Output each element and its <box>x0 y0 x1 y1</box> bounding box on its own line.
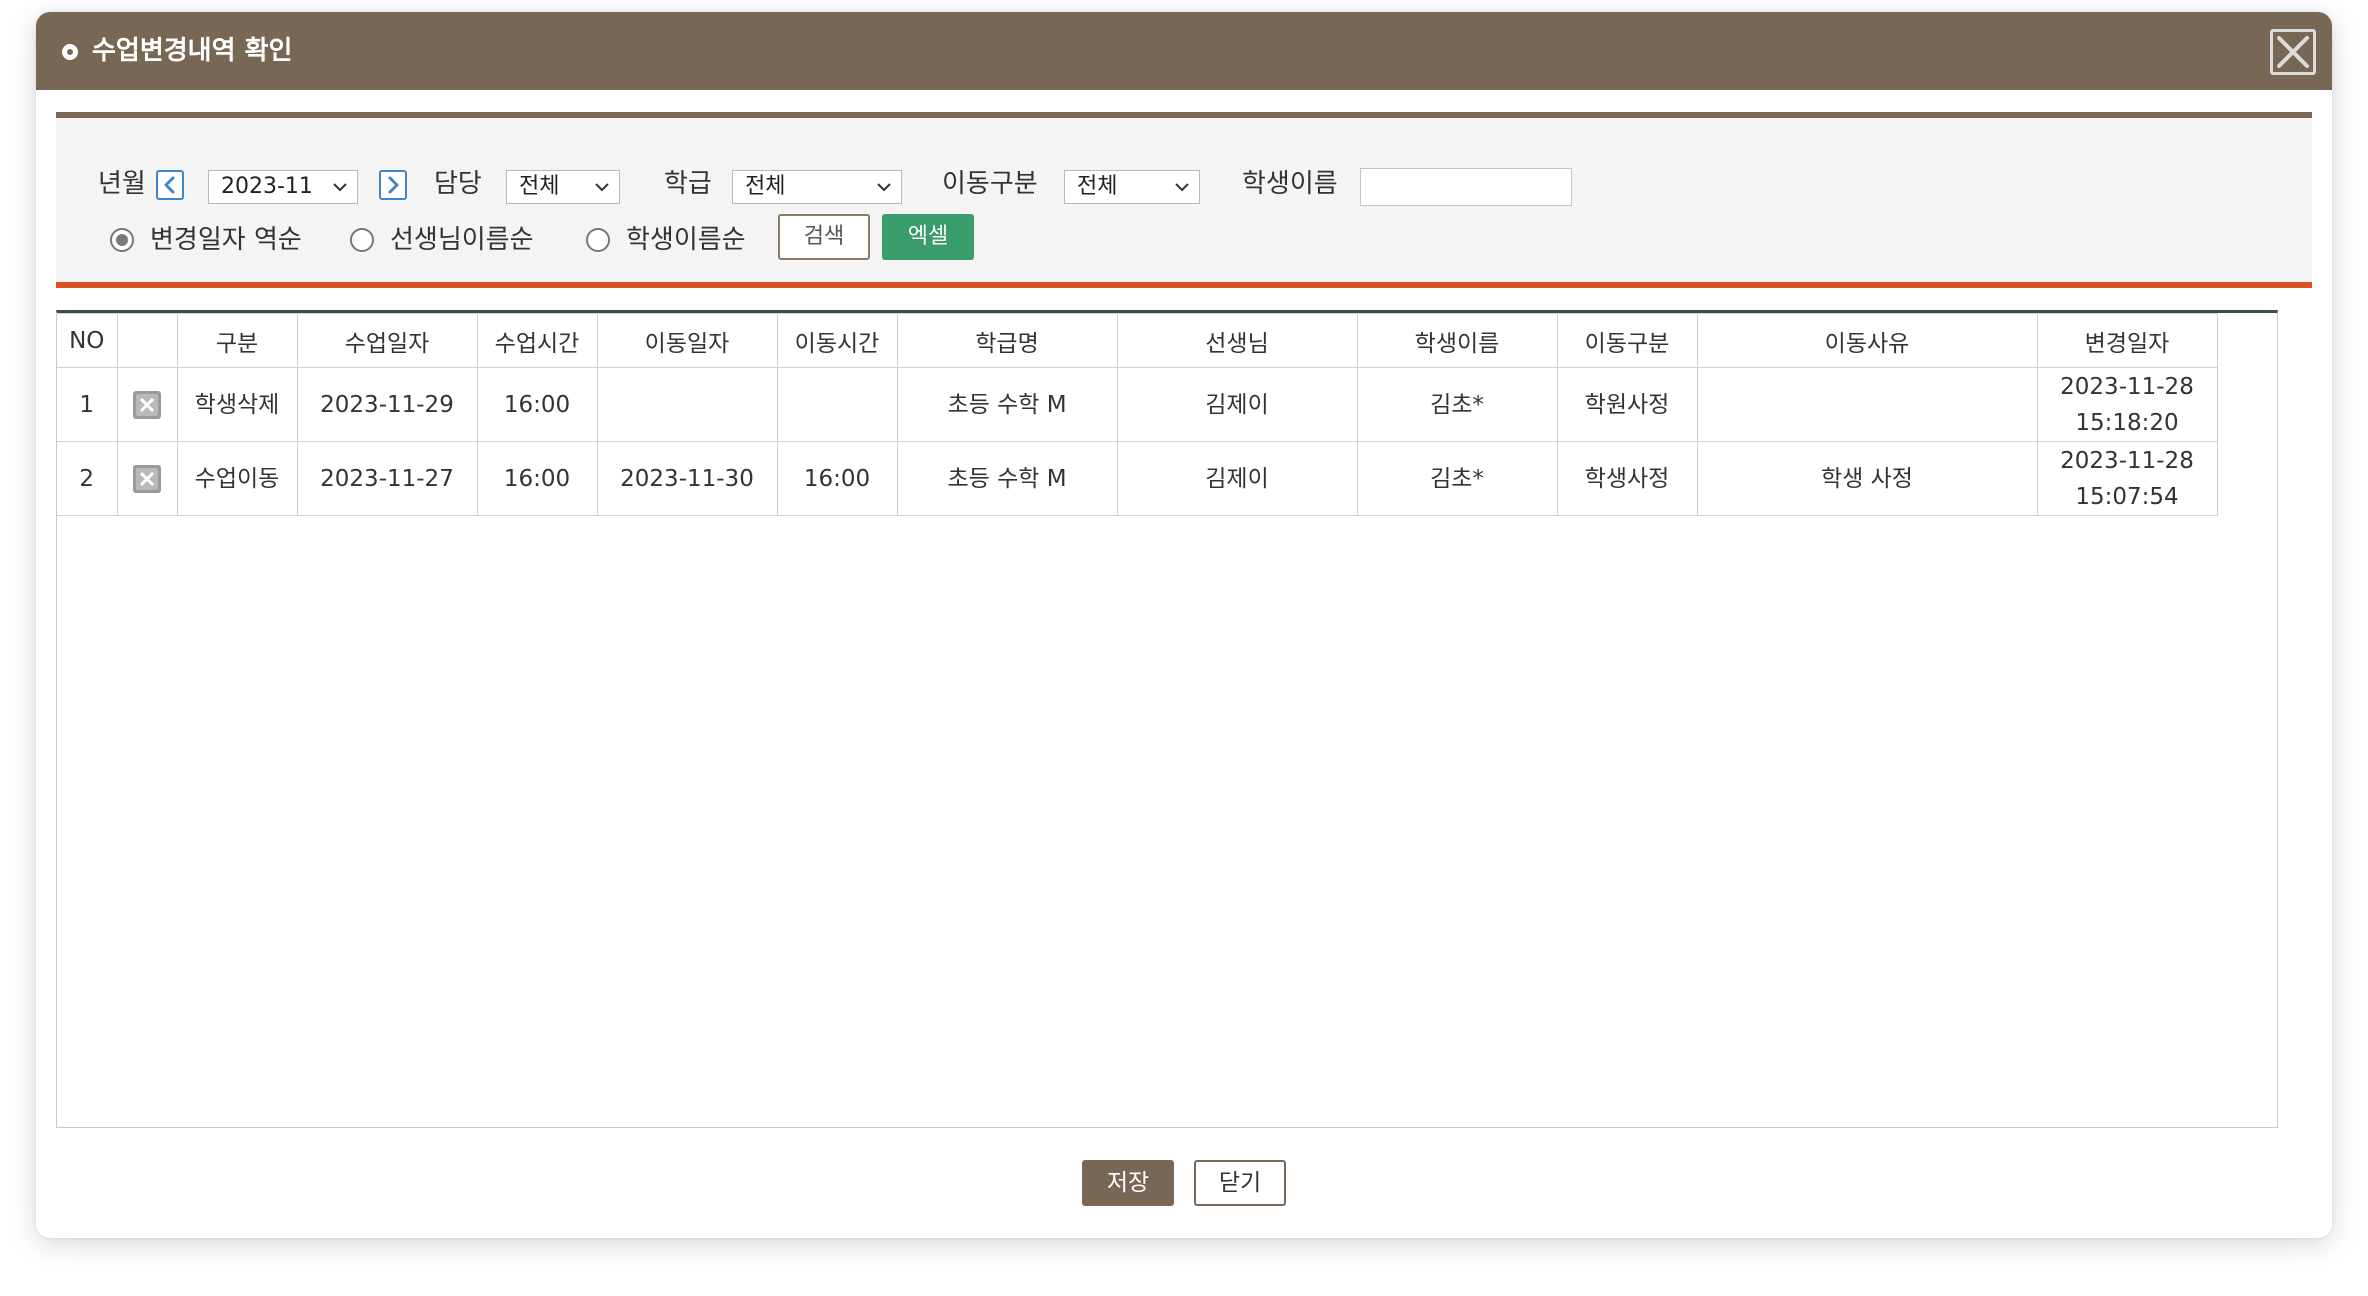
cell-class-name: 초등 수학 M <box>896 367 1118 442</box>
teacher-value: 전체 <box>519 174 560 199</box>
cell-move-reason <box>1696 367 2038 442</box>
cell-class-date: 2023-11-27 <box>296 441 478 516</box>
cell-student: 김초* <box>1356 441 1558 516</box>
column-header-move-time[interactable]: 이동시간 <box>776 313 898 368</box>
cell-move-date <box>596 367 778 442</box>
cell-type: 학생삭제 <box>176 367 298 442</box>
cell-class-time: 16:00 <box>476 441 598 516</box>
delete-row-icon[interactable] <box>132 464 162 494</box>
table-row[interactable]: 2 수업이동 2023-11-27 16:00 2023-11-30 16:00 <box>57 441 2218 516</box>
teacher-label: 담당 <box>434 169 482 199</box>
column-header-move-type[interactable]: 이동구분 <box>1556 313 1698 368</box>
cell-type: 수업이동 <box>176 441 298 516</box>
column-header-student[interactable]: 학생이름 <box>1356 313 1558 368</box>
search-button[interactable]: 검색 <box>778 214 870 260</box>
cell-no: 2 <box>57 441 118 516</box>
change-history-grid: NO 구분 수업일자 수업시간 이동일자 이동시간 학급명 선생님 학생이름 이… <box>56 310 2278 1128</box>
save-button[interactable]: 저장 <box>1082 1160 1174 1206</box>
dialog-titlebar: 수업변경내역 확인 <box>36 12 2332 90</box>
cell-class-time: 16:00 <box>476 367 598 442</box>
chevron-down-icon <box>595 183 609 192</box>
cell-action <box>116 441 178 516</box>
teacher-select[interactable]: 전체 <box>506 170 620 204</box>
class-label: 학급 <box>664 169 712 199</box>
class-select[interactable]: 전체 <box>732 170 902 204</box>
cell-move-reason: 학생 사정 <box>1696 441 2038 516</box>
table-header-row: NO 구분 수업일자 수업시간 이동일자 이동시간 학급명 선생님 학생이름 이… <box>57 313 2218 368</box>
chevron-left-icon[interactable] <box>156 170 184 200</box>
cell-student: 김초* <box>1356 367 1558 442</box>
sort-label-teacher-name: 선생님이름순 <box>390 225 534 255</box>
dialog-title: 수업변경내역 확인 <box>92 36 293 66</box>
table-row[interactable]: 1 학생삭제 2023-11-29 16:00 초등 수학 M 김제이 김초* … <box>57 367 2218 442</box>
move-type-select[interactable]: 전체 <box>1064 170 1200 204</box>
change-history-dialog: 수업변경내역 확인 년월 2023-11 담당 전체 학급 전체 이동구분 전체… <box>36 12 2332 1238</box>
student-name-label: 학생이름 <box>1242 169 1338 199</box>
column-header-changed-date[interactable]: 변경일자 <box>2036 313 2218 368</box>
circle-bullet-icon <box>62 44 78 60</box>
year-month-value: 2023-11 <box>221 174 313 199</box>
excel-button[interactable]: 엑셀 <box>882 214 974 260</box>
close-x-icon[interactable] <box>2270 29 2316 75</box>
changed-time: 15:07:54 <box>2075 483 2179 510</box>
column-header-teacher[interactable]: 선생님 <box>1116 313 1358 368</box>
chevron-down-icon <box>1175 183 1189 192</box>
year-month-label: 년월 <box>98 169 146 199</box>
class-value: 전체 <box>745 174 786 199</box>
column-header-class-name[interactable]: 학급명 <box>896 313 1118 368</box>
cell-teacher: 김제이 <box>1116 367 1358 442</box>
cell-changed-datetime: 2023-11-28 15:18:20 <box>2036 367 2218 442</box>
chevron-down-icon <box>877 183 891 192</box>
sort-label-changed-date: 변경일자 역순 <box>150 225 302 255</box>
column-header-move-reason[interactable]: 이동사유 <box>1696 313 2038 368</box>
column-header-no[interactable]: NO <box>57 313 118 368</box>
column-header-class-time[interactable]: 수업시간 <box>476 313 598 368</box>
sort-label-student-name: 학생이름순 <box>626 225 746 255</box>
column-header-move-date[interactable]: 이동일자 <box>596 313 778 368</box>
chevron-down-icon <box>333 183 347 192</box>
student-name-input[interactable] <box>1360 168 1572 206</box>
filter-panel: 년월 2023-11 담당 전체 학급 전체 이동구분 전체 학생이름 변경일자… <box>56 112 2312 288</box>
move-type-value: 전체 <box>1077 174 1118 199</box>
column-header-type[interactable]: 구분 <box>176 313 298 368</box>
cell-move-type: 학원사정 <box>1556 367 1698 442</box>
cell-teacher: 김제이 <box>1116 441 1358 516</box>
sort-radio-teacher-name[interactable] <box>350 228 374 252</box>
sort-radio-student-name[interactable] <box>586 228 610 252</box>
change-history-table: NO 구분 수업일자 수업시간 이동일자 이동시간 학급명 선생님 학생이름 이… <box>57 313 2218 516</box>
cell-changed-datetime: 2023-11-28 15:07:54 <box>2036 441 2218 516</box>
cell-move-date: 2023-11-30 <box>596 441 778 516</box>
cell-class-name: 초등 수학 M <box>896 441 1118 516</box>
close-button[interactable]: 닫기 <box>1194 1160 1286 1206</box>
sort-radio-changed-date[interactable] <box>110 228 134 252</box>
column-header-action <box>116 313 178 368</box>
year-month-select[interactable]: 2023-11 <box>208 170 358 204</box>
changed-time: 15:18:20 <box>2075 409 2179 436</box>
column-header-class-date[interactable]: 수업일자 <box>296 313 478 368</box>
changed-date: 2023-11-28 <box>2060 447 2194 474</box>
delete-row-icon[interactable] <box>132 390 162 420</box>
cell-action <box>116 367 178 442</box>
cell-no: 1 <box>57 367 118 442</box>
chevron-right-icon[interactable] <box>379 170 407 200</box>
move-type-label: 이동구분 <box>942 169 1038 199</box>
cell-move-type: 학생사정 <box>1556 441 1698 516</box>
cell-move-time <box>776 367 898 442</box>
changed-date: 2023-11-28 <box>2060 373 2194 400</box>
cell-class-date: 2023-11-29 <box>296 367 478 442</box>
cell-move-time: 16:00 <box>776 441 898 516</box>
